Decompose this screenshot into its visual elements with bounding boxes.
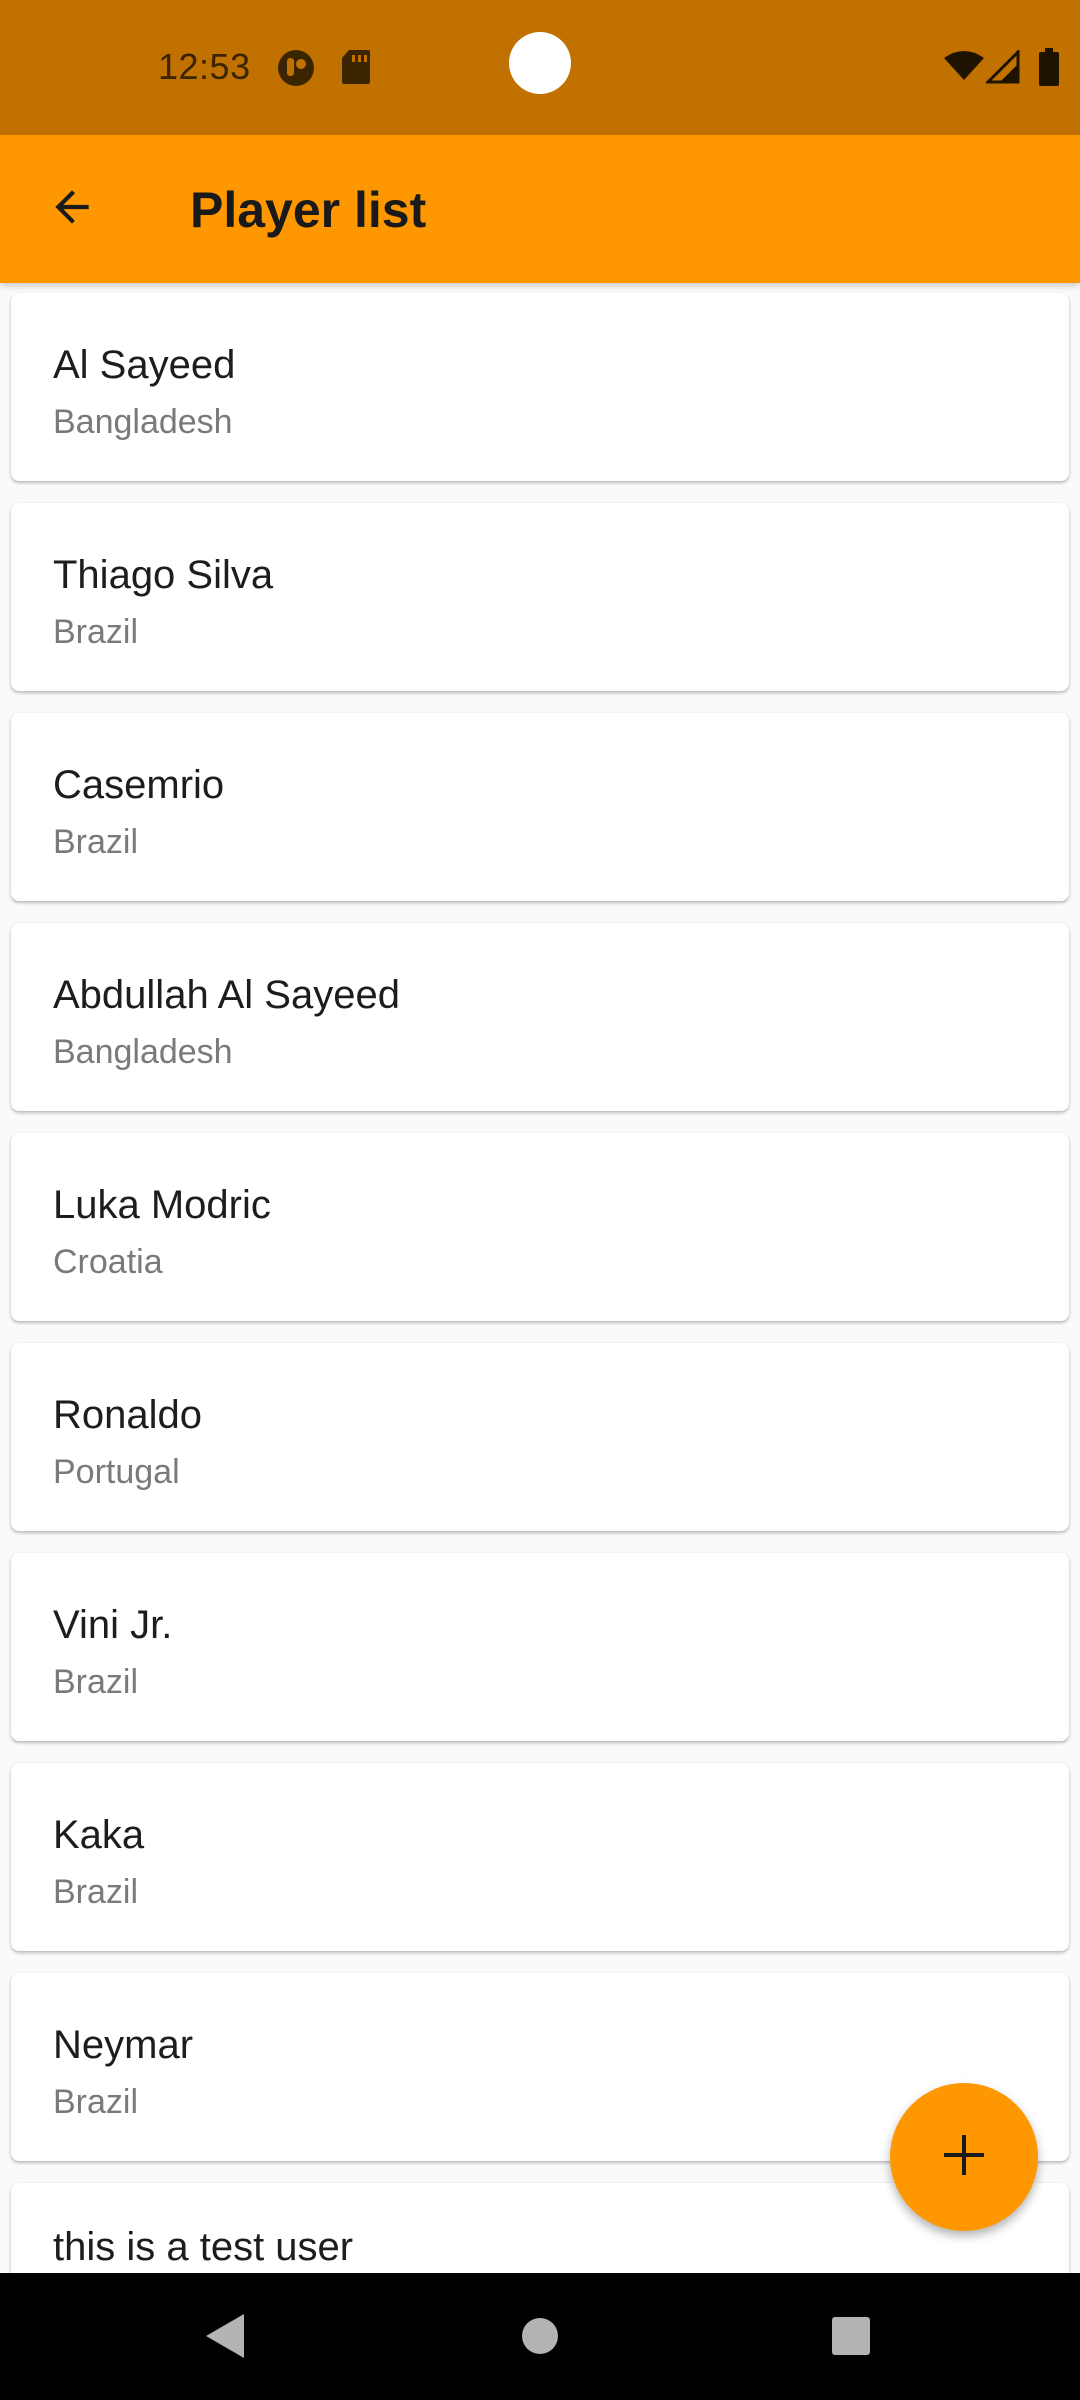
- player-country: Bangladesh: [53, 1033, 233, 1071]
- player-country: Brazil: [53, 613, 139, 651]
- wifi-icon: [944, 50, 984, 87]
- player-name: Abdullah Al Sayeed: [53, 973, 400, 1017]
- player-name: Vini Jr.: [53, 1603, 173, 1647]
- player-country: Brazil: [53, 1663, 139, 1701]
- nav-back-button[interactable]: [190, 2303, 260, 2373]
- status-bar: 12:53: [0, 0, 1080, 135]
- player-country: Brazil: [53, 1873, 139, 1911]
- recents-nav-icon: [831, 2316, 871, 2361]
- player-card[interactable]: Kaka Brazil: [11, 1763, 1069, 1951]
- arrow-back-icon: [47, 182, 97, 237]
- add-player-button[interactable]: [890, 2083, 1038, 2231]
- nav-home-button[interactable]: [505, 2303, 575, 2373]
- player-country: Brazil: [53, 2083, 139, 2121]
- back-nav-icon: [202, 2312, 248, 2365]
- camera-cutout: [509, 32, 571, 94]
- player-country: Croatia: [53, 1243, 163, 1281]
- status-time: 12:53: [158, 46, 251, 87]
- player-name: Kaka: [53, 1813, 145, 1857]
- player-name: Luka Modric: [53, 1183, 271, 1227]
- player-card[interactable]: Luka Modric Croatia: [11, 1133, 1069, 1321]
- player-name: Al Sayeed: [53, 343, 236, 387]
- player-country: Brazil: [53, 823, 139, 861]
- home-nav-icon: [520, 2316, 560, 2361]
- navigation-bar: [0, 2273, 1080, 2400]
- player-country: Portugal: [53, 1453, 180, 1491]
- player-name: Casemrio: [53, 763, 225, 807]
- player-card[interactable]: Casemrio Brazil: [11, 713, 1069, 901]
- player-card[interactable]: Thiago Silva Brazil: [11, 503, 1069, 691]
- signal-icon: [984, 48, 1020, 89]
- player-card[interactable]: Ronaldo Portugal: [11, 1343, 1069, 1531]
- player-name: this is a test user: [53, 2225, 354, 2269]
- battery-icon: [1038, 48, 1060, 91]
- back-button[interactable]: [36, 173, 108, 245]
- sd-card-icon: [340, 48, 372, 91]
- screen: 12:53 Player list Al Sayeed Bangladesh T…: [0, 0, 1080, 2400]
- app-notification-icon: [276, 48, 316, 93]
- player-card[interactable]: Al Sayeed Bangladesh: [11, 293, 1069, 481]
- player-card[interactable]: Abdullah Al Sayeed Bangladesh: [11, 923, 1069, 1111]
- player-name: Ronaldo: [53, 1393, 203, 1437]
- player-name: Neymar: [53, 2023, 194, 2067]
- page-title: Player list: [190, 182, 427, 238]
- app-bar: Player list: [0, 135, 1080, 283]
- player-country: Bangladesh: [53, 403, 233, 441]
- player-card[interactable]: Vini Jr. Brazil: [11, 1553, 1069, 1741]
- nav-recents-button[interactable]: [816, 2303, 886, 2373]
- add-icon: [942, 2133, 986, 2182]
- player-name: Thiago Silva: [53, 553, 274, 597]
- player-list[interactable]: Al Sayeed Bangladesh Thiago Silva Brazil…: [0, 283, 1080, 2273]
